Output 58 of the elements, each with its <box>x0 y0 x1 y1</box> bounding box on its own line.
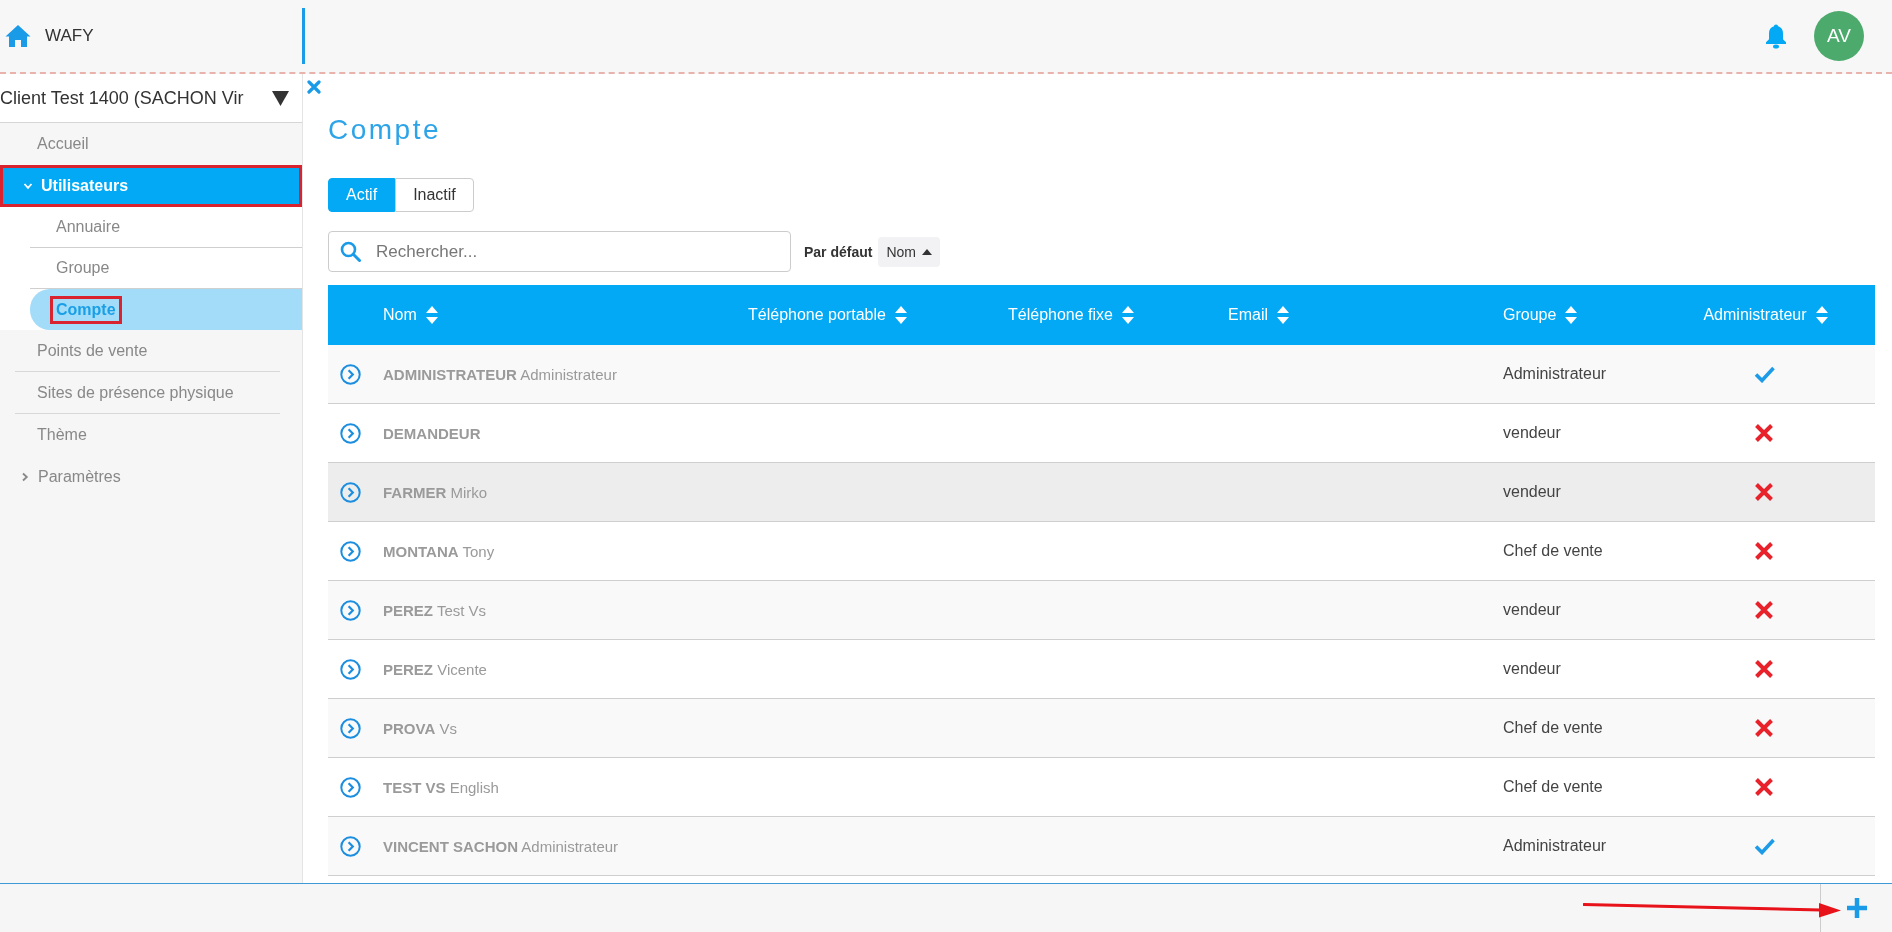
search-field[interactable]: Rechercher... <box>328 231 791 272</box>
group-cell-text: Chef de vente <box>1502 542 1603 560</box>
chevron-circle-icon[interactable] <box>340 599 361 621</box>
status-tab[interactable]: Inactif <box>395 178 474 212</box>
column-header[interactable]: Téléphone portable <box>738 285 998 345</box>
column-header[interactable]: Téléphone fixe <box>998 285 1218 345</box>
sidebar-item[interactable]: Points de vente <box>15 330 280 372</box>
name-cell-text: PEREZ Vicente <box>382 660 487 678</box>
home-icon[interactable] <box>5 24 31 48</box>
name-cell-text: FARMER Mirko <box>382 483 488 501</box>
group-cell-text: vendeur <box>1502 660 1561 678</box>
sidebar-item[interactable]: Utilisateurs <box>0 165 302 207</box>
sidebar-subitem[interactable]: Compte <box>30 289 302 330</box>
sidebar-item[interactable]: Accueil <box>15 123 280 165</box>
chevron-circle-icon[interactable] <box>340 717 361 739</box>
bell-icon[interactable] <box>1765 23 1787 49</box>
chevron-circle-icon[interactable] <box>340 658 361 680</box>
sidebar-item[interactable]: Thème <box>15 414 280 456</box>
close-icon <box>307 80 321 94</box>
column-header[interactable]: Email <box>1218 285 1493 345</box>
sidebar-item[interactable]: Sites de présence physique <box>15 372 280 414</box>
chevron-circle-icon[interactable] <box>340 835 361 857</box>
name-cell-text: ADMINISTRATEUR Administrateur <box>382 365 617 383</box>
status-tab[interactable]: Actif <box>328 178 396 212</box>
group-cell-text: vendeur <box>1502 424 1561 442</box>
plus-icon <box>1845 897 1868 919</box>
column-header[interactable]: Nom <box>373 285 738 345</box>
sidebar-item[interactable]: Paramètres <box>0 456 302 498</box>
group-cell-text: vendeur <box>1502 601 1561 619</box>
group-cell-text: vendeur <box>1502 483 1561 501</box>
name-cell-text: PEREZ Test Vs <box>382 601 487 619</box>
group-cell-text: Chef de vente <box>1502 719 1603 737</box>
name-cell-text: DEMANDEUR <box>382 424 481 442</box>
group-cell-text: Administrateur <box>1502 365 1607 383</box>
client-selector[interactable]: Client Test 1400 (SACHON Vir <box>0 74 302 123</box>
chevron-right-icon <box>20 472 30 482</box>
chevron-circle-icon[interactable] <box>340 422 361 444</box>
sort-button[interactable]: Nom <box>878 236 941 267</box>
name-cell-text: MONTANA Tony <box>382 542 495 560</box>
column-header[interactable]: Groupe <box>1493 285 1653 345</box>
group-cell-text: Administrateur <box>1502 837 1607 855</box>
group-cell-text: Chef de vente <box>1502 778 1603 796</box>
sidebar-subitem[interactable]: Annuaire <box>30 207 302 248</box>
chevron-down-icon <box>23 181 33 191</box>
chevron-circle-icon[interactable] <box>340 363 361 385</box>
chevron-circle-icon[interactable] <box>340 776 361 798</box>
caret-down-icon <box>272 90 289 106</box>
chevron-circle-icon[interactable] <box>340 540 361 562</box>
chevron-circle-icon[interactable] <box>340 481 361 503</box>
name-cell-text: TEST VS English <box>382 778 499 796</box>
search-icon <box>340 241 361 262</box>
name-cell-text: PROVA Vs <box>382 719 457 737</box>
name-cell-text: VINCENT SACHON Administrateur <box>382 837 619 855</box>
page-title: Compte <box>328 113 442 147</box>
user-avatar[interactable]: AV <box>1814 11 1864 61</box>
brand-name: WAFY <box>45 26 94 46</box>
column-header[interactable]: Administrateur <box>1653 285 1875 345</box>
sort-label: Par défaut <box>804 243 873 260</box>
